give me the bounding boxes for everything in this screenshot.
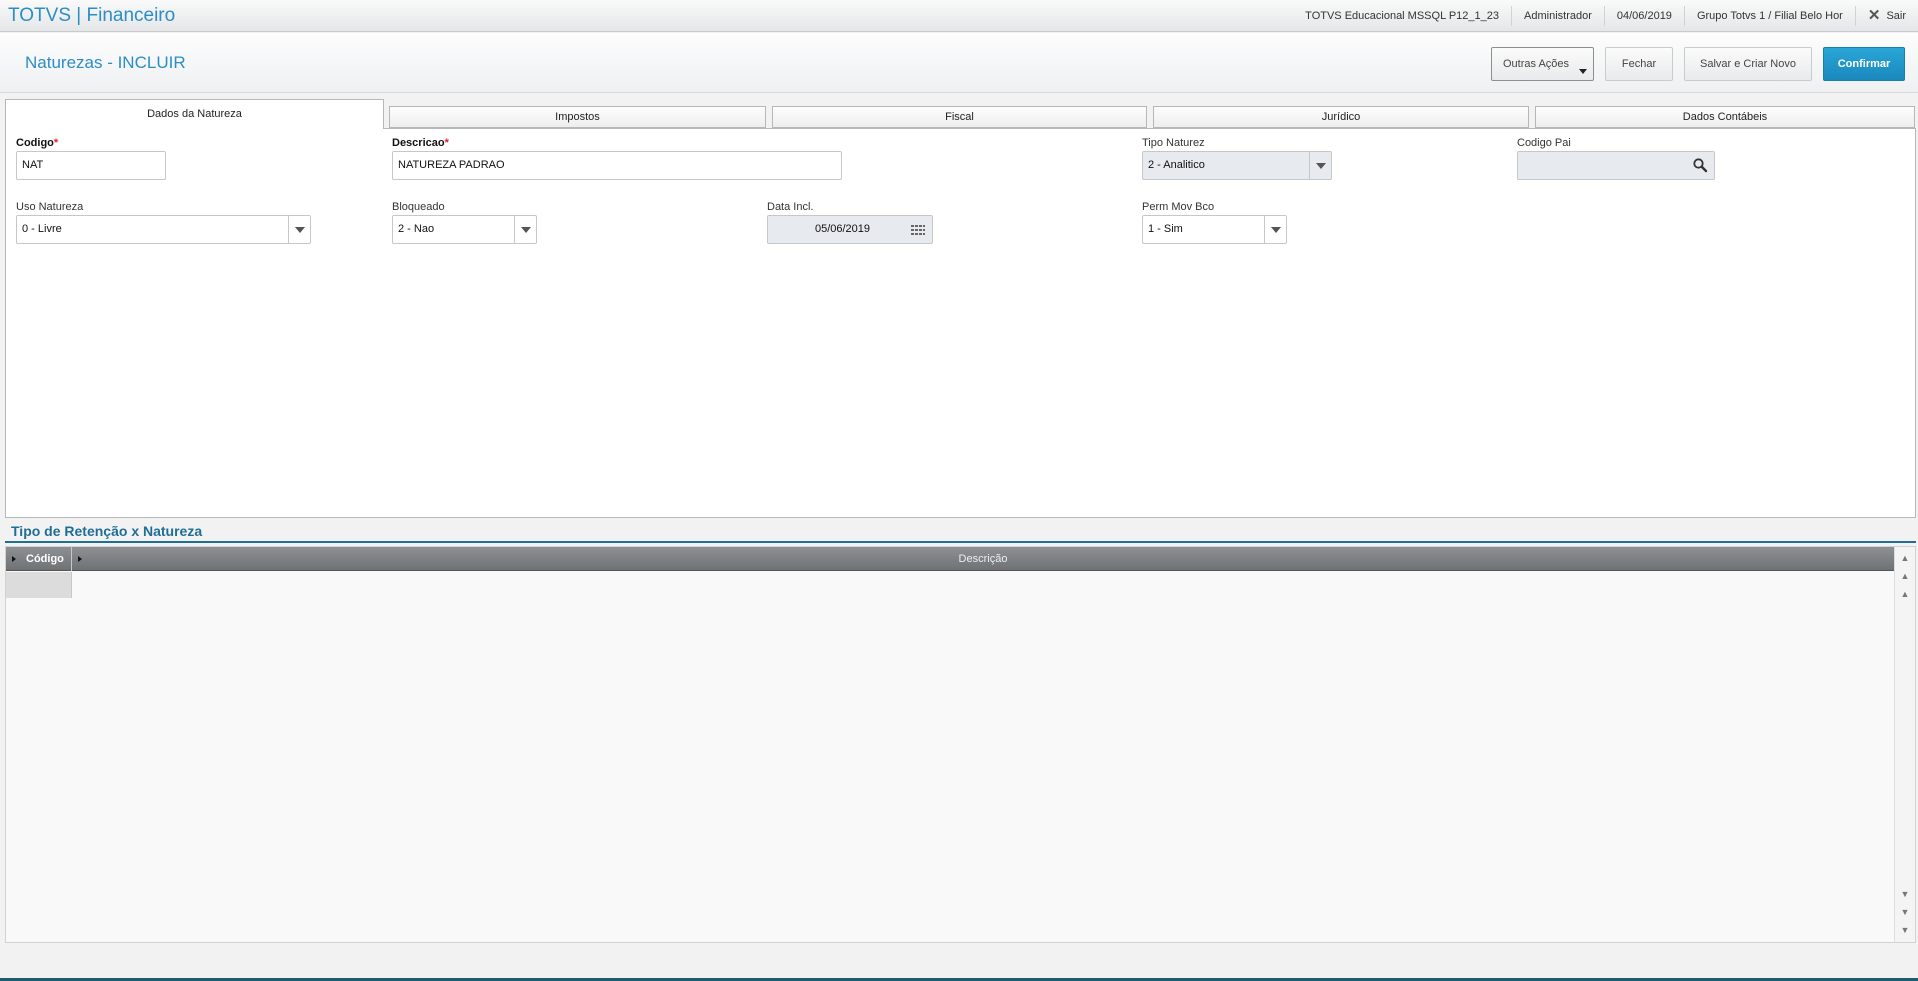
scroll-bottom-icon[interactable]: ▼	[1898, 923, 1912, 937]
grid-header: Código Descrição	[6, 547, 1894, 571]
chevron-down-icon[interactable]	[514, 216, 536, 243]
calendar-icon[interactable]	[910, 222, 926, 238]
session-info: TOTVS Educacional MSSQL P12_1_23 Adminis…	[1293, 0, 1918, 32]
section-title: Tipo de Retenção x Natureza	[11, 523, 203, 539]
column-codigo-label: Código	[26, 553, 64, 565]
scroll-page-down-icon[interactable]: ▼	[1898, 905, 1912, 919]
bloqueado-value: 2 - Nao	[398, 223, 435, 235]
perm-mov-bco-select[interactable]: 1 - Sim	[1142, 215, 1287, 244]
page-header: Naturezas - INCLUIR Outras Ações Fechar …	[0, 33, 1918, 93]
uso-natureza-label: Uso Natureza	[16, 201, 84, 213]
scroll-page-up-icon[interactable]: ▲	[1898, 569, 1912, 583]
chevron-down-icon[interactable]	[1309, 152, 1331, 179]
save-and-new-button[interactable]: Salvar e Criar Novo	[1684, 47, 1812, 81]
search-icon[interactable]	[1692, 157, 1708, 173]
descricao-field[interactable]: NATUREZA PADRAO	[392, 151, 842, 180]
codigo-pai-label: Codigo Pai	[1517, 137, 1571, 149]
perm-mov-bco-value: 1 - Sim	[1148, 223, 1183, 235]
data-incl-field[interactable]: 05/06/2019	[767, 215, 933, 244]
bloqueado-label: Bloqueado	[392, 201, 445, 213]
section-divider	[5, 541, 1916, 543]
other-actions-label: Outras Ações	[1503, 58, 1570, 70]
grid-scrollbar[interactable]: ▲ ▲ ▲ ▼ ▼ ▼	[1894, 547, 1915, 942]
chevron-down-icon[interactable]	[1264, 216, 1286, 243]
perm-mov-bco-label: Perm Mov Bco	[1142, 201, 1215, 213]
exit-label: Sair	[1886, 10, 1906, 22]
descricao-label: Descricao*	[392, 137, 449, 149]
codigo-field[interactable]: NAT	[16, 151, 166, 180]
column-header-codigo[interactable]: Código	[6, 547, 72, 571]
grid-cell[interactable]	[6, 572, 72, 598]
app-window: TOTVS | Financeiro TOTVS Educacional MSS…	[0, 0, 1918, 978]
tab-panel: Codigo* NAT Descricao* NATUREZA PADRAO T…	[5, 128, 1916, 518]
tab-fiscal[interactable]: Fiscal	[772, 106, 1147, 128]
tipo-natureza-select[interactable]: 2 - Analitico	[1142, 151, 1332, 180]
data-incl-label: Data Incl.	[767, 201, 814, 213]
retention-grid[interactable]: Código Descrição ▲ ▲ ▲ ▼ ▼ ▼	[5, 546, 1916, 943]
uso-natureza-select[interactable]: 0 - Livre	[16, 215, 311, 244]
other-actions-button[interactable]: Outras Ações	[1491, 47, 1594, 81]
codigo-pai-field[interactable]	[1517, 151, 1715, 180]
chevron-down-icon[interactable]	[288, 216, 310, 243]
system-name: TOTVS Educacional MSSQL P12_1_23	[1305, 10, 1500, 22]
column-header-descricao[interactable]: Descrição	[72, 547, 1894, 571]
scroll-up-icon[interactable]: ▲	[1898, 587, 1912, 601]
scroll-down-icon[interactable]: ▼	[1898, 887, 1912, 901]
branch-name[interactable]: Grupo Totvs 1 / Filial Belo Hor	[1683, 6, 1855, 26]
uso-natureza-value: 0 - Livre	[22, 223, 62, 235]
close-icon: ✕	[1867, 7, 1881, 24]
page-title: Naturezas - INCLUIR	[25, 53, 186, 72]
confirm-button[interactable]: Confirmar	[1823, 47, 1905, 81]
session-date: 04/06/2019	[1603, 6, 1684, 26]
codigo-label: Codigo*	[16, 137, 59, 149]
tipo-natureza-value: 2 - Analitico	[1148, 159, 1205, 171]
chevron-down-icon	[1579, 69, 1587, 74]
user-name: Administrador	[1511, 6, 1604, 26]
tab-impostos[interactable]: Impostos	[389, 106, 766, 128]
exit-button[interactable]: ✕ Sair	[1854, 6, 1918, 26]
bloqueado-select[interactable]: 2 - Nao	[392, 215, 537, 244]
top-bar: TOTVS | Financeiro TOTVS Educacional MSS…	[0, 0, 1918, 32]
tab-dados-contabeis[interactable]: Dados Contábeis	[1535, 106, 1915, 128]
data-incl-value: 05/06/2019	[814, 223, 871, 235]
tab-dados-natureza[interactable]: Dados da Natureza	[5, 99, 384, 129]
tab-juridico[interactable]: Jurídico	[1153, 106, 1529, 128]
row-indicator-icon	[12, 556, 16, 562]
tipo-natureza-label: Tipo Naturez	[1142, 137, 1205, 149]
bottom-bar	[0, 943, 1918, 978]
scroll-top-icon[interactable]: ▲	[1898, 551, 1912, 565]
close-button[interactable]: Fechar	[1605, 47, 1673, 81]
app-brand: TOTVS | Financeiro	[8, 5, 176, 26]
